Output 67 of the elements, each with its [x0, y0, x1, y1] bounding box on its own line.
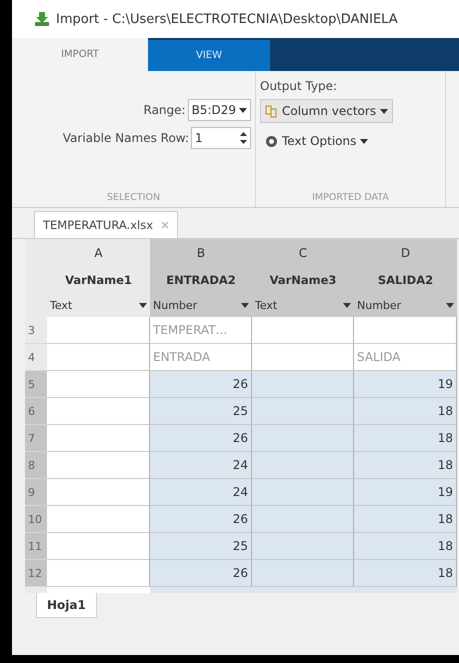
range-label: Range:: [144, 103, 186, 117]
window-title: Import - C:\Users\ELECTROTECNIA\Desktop\DANIELA: [56, 12, 398, 26]
table-cell: ENTRADA: [150, 344, 252, 371]
caret-icon: [241, 302, 249, 308]
type-dropdown[interactable]: Number: [354, 293, 457, 317]
variable-name[interactable]: SALIDA2: [354, 267, 457, 293]
range-field[interactable]: B5:D29: [188, 99, 251, 121]
variable-name[interactable]: VarName1: [47, 267, 150, 293]
caret-icon: [343, 302, 351, 308]
table-cell: 19: [354, 479, 457, 506]
sheet-tab[interactable]: Hoja1: [36, 593, 97, 618]
table-cell: 26: [150, 371, 252, 398]
column-letter[interactable]: B: [150, 239, 252, 267]
row-number: 9: [25, 479, 47, 506]
file-tab-label: TEMPERATURA.xlsx: [43, 218, 153, 232]
variable-names-row-label: Variable Names Row:: [62, 131, 189, 145]
download-icon: [34, 11, 50, 27]
table-cell: 24: [150, 479, 252, 506]
variable-names-row-field[interactable]: 1: [191, 127, 251, 149]
variable-name[interactable]: VarName3: [252, 267, 354, 293]
type-dropdown[interactable]: Text: [252, 293, 354, 317]
row-number: 4: [25, 344, 47, 371]
table-cell: 26: [150, 425, 252, 452]
table-cell: 18: [354, 560, 457, 587]
row-number: 11: [25, 533, 47, 560]
table-cell: 18: [354, 425, 457, 452]
table-cell: 18: [354, 452, 457, 479]
table-cell: 25: [150, 398, 252, 425]
row-number: 7: [25, 425, 47, 452]
column-letter[interactable]: A: [47, 239, 150, 267]
table-cell: TEMPERAT…: [150, 317, 252, 344]
table-cell: 25: [150, 533, 252, 560]
table-cell: 18: [354, 398, 457, 425]
table-cell: 19: [354, 371, 457, 398]
row-number: 6: [25, 398, 47, 425]
ribbon-tab[interactable]: IMPORT: [12, 38, 148, 71]
table-cell: 26: [150, 560, 252, 587]
group-label: IMPORTED DATA: [311, 192, 390, 203]
row-number: 8: [25, 452, 47, 479]
caret-icon: [139, 302, 147, 308]
ribbon-tab[interactable]: VIEW: [148, 40, 270, 71]
columns-icon: [265, 104, 278, 118]
caret-icon: [239, 108, 247, 112]
output-type-label: Output Type:: [260, 79, 338, 93]
settings-icon: [265, 134, 278, 148]
output-type-dropdown[interactable]: Column vectors: [260, 99, 394, 123]
row-number: 3: [25, 317, 47, 344]
row-number: 10: [25, 506, 47, 533]
type-dropdown[interactable]: Text: [47, 293, 150, 317]
table-cell: 24: [150, 452, 252, 479]
table-cell: 18: [354, 533, 457, 560]
text-options-button[interactable]: Text Options: [260, 129, 374, 153]
spinner-icon[interactable]: [240, 131, 247, 145]
table-cell: SALIDA: [354, 344, 457, 371]
column-letter[interactable]: D: [354, 239, 457, 267]
row-number: 12: [25, 560, 47, 587]
caret-icon: [446, 302, 454, 308]
type-dropdown[interactable]: Number: [150, 293, 252, 317]
table-cell: 26: [150, 506, 252, 533]
caret-icon: [380, 108, 388, 114]
group-label: SELECTION: [106, 192, 162, 203]
column-letter[interactable]: C: [252, 239, 354, 267]
table-cell: 18: [354, 506, 457, 533]
file-tab[interactable]: TEMPERATURA.xlsx: [34, 211, 178, 238]
caret-icon: [360, 138, 368, 144]
variable-name[interactable]: ENTRADA2: [150, 267, 252, 293]
row-number: 5: [25, 371, 47, 398]
